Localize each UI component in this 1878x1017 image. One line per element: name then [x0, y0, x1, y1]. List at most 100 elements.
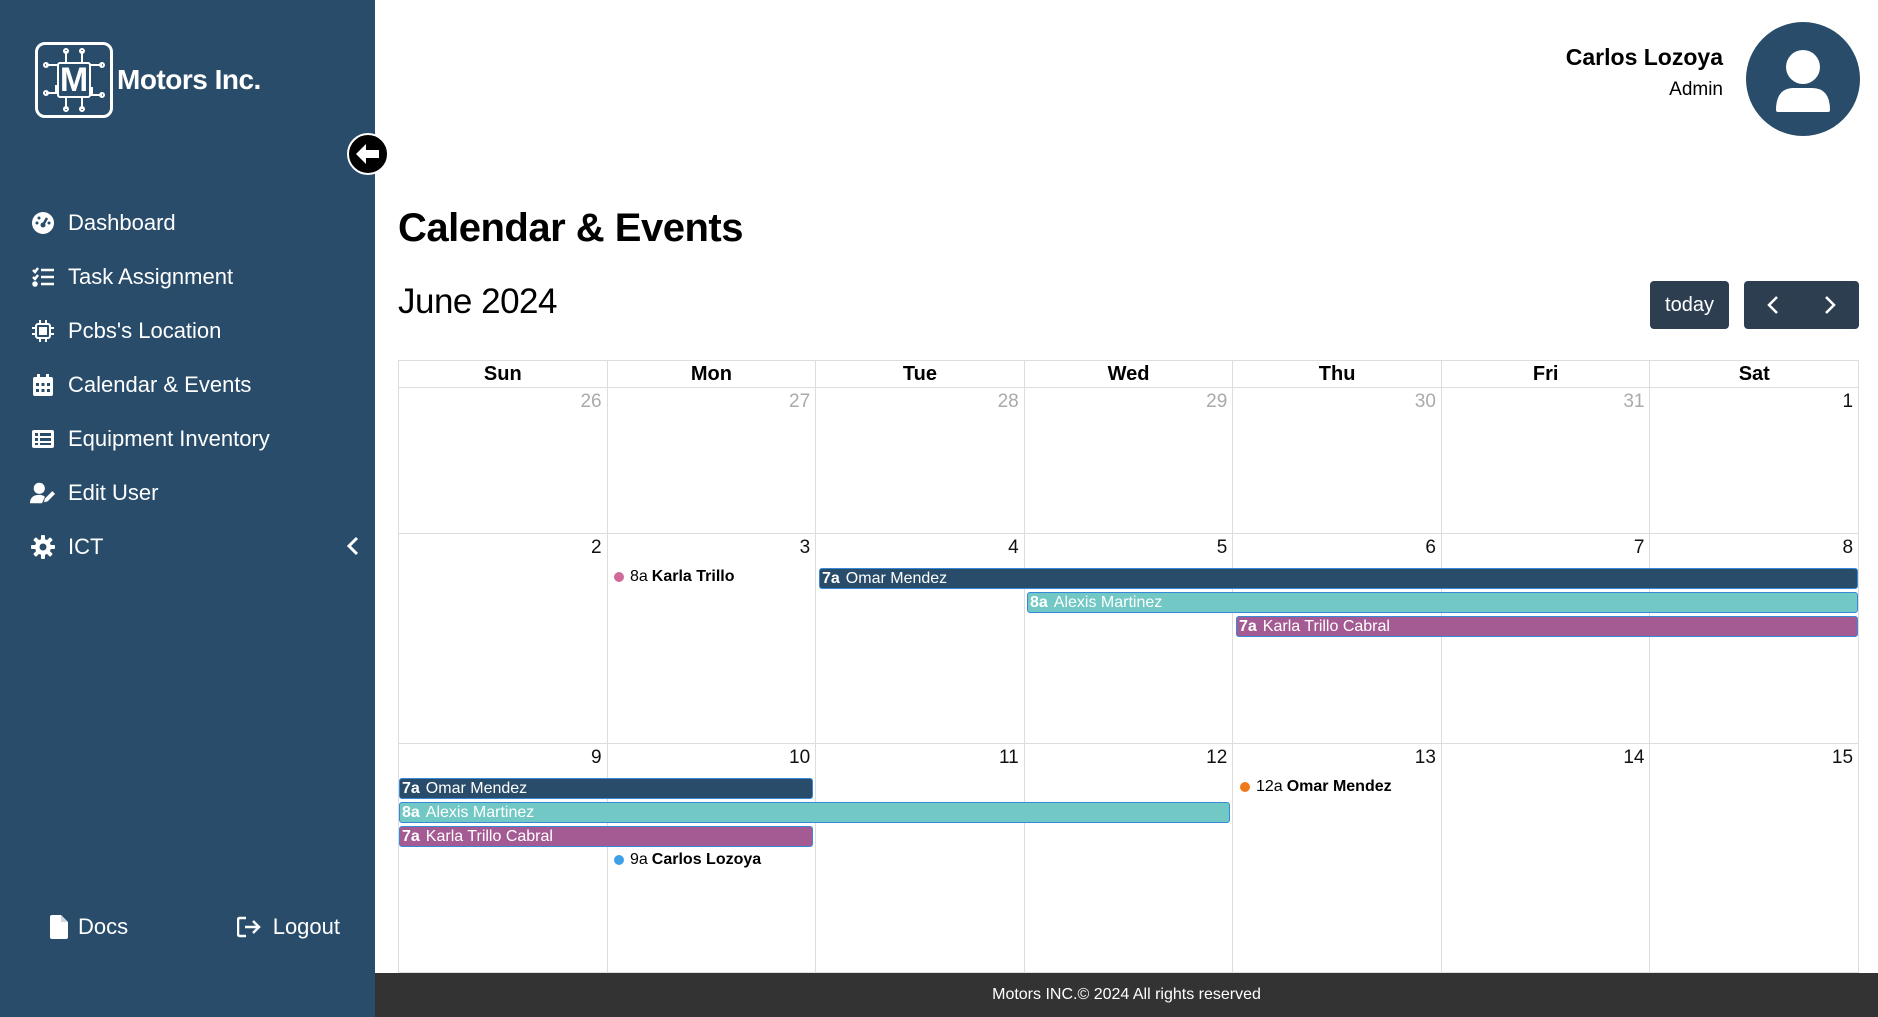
logo-letter: M: [59, 60, 89, 99]
file-icon: [50, 915, 68, 939]
day-cell[interactable]: 1: [1650, 388, 1860, 534]
sidebar-item-calendar-events[interactable]: Calendar & Events: [30, 358, 360, 412]
day-number[interactable]: 2: [591, 537, 602, 559]
sidebar-item-label: Edit User: [68, 480, 159, 505]
calendar-icon: [30, 372, 56, 398]
day-number[interactable]: 10: [789, 747, 810, 769]
event-title: Omar Mendez: [845, 570, 948, 587]
day-number[interactable]: 27: [789, 391, 810, 413]
user-name: Carlos Lozoya: [1565, 44, 1723, 70]
top-bar: Carlos Lozoya Admin: [375, 0, 1878, 160]
day-cell[interactable]: 7: [1441, 534, 1651, 744]
gear-icon: [30, 534, 56, 560]
day-cell[interactable]: 26: [399, 388, 608, 534]
day-cell[interactable]: 5: [1024, 534, 1234, 744]
day-cell[interactable]: 27: [607, 388, 817, 534]
collapse-sidebar-button[interactable]: [347, 133, 389, 175]
user-role: Admin: [1669, 79, 1723, 100]
chevron-left-icon[interactable]: [346, 536, 360, 562]
chevron-right-icon: [1825, 296, 1837, 314]
weekday-sat: Sat: [1650, 361, 1860, 388]
day-number[interactable]: 8: [1842, 537, 1853, 559]
user-info: Carlos Lozoya Admin: [1566, 44, 1723, 101]
weekday-fri: Fri: [1441, 361, 1651, 388]
event-dot: [614, 855, 624, 865]
day-number[interactable]: 9: [591, 747, 602, 769]
day-number[interactable]: 3: [800, 537, 811, 559]
day-cell[interactable]: 31: [1441, 388, 1651, 534]
day-number[interactable]: 13: [1415, 747, 1436, 769]
event-alexis-martinez[interactable]: 8a Alexis Martinez: [1027, 592, 1858, 613]
sidebar-item-dashboard[interactable]: Dashboard: [30, 196, 360, 250]
event-alexis-martinez[interactable]: 8a Alexis Martinez: [399, 802, 1230, 823]
day-number[interactable]: 28: [998, 391, 1019, 413]
brand-name: Motors Inc.: [117, 64, 261, 95]
sidebar-item-pcbs-location[interactable]: Pcbs's Location: [30, 304, 360, 358]
day-number[interactable]: 31: [1623, 391, 1644, 413]
day-number[interactable]: 4: [1008, 537, 1019, 559]
avatar[interactable]: [1746, 22, 1860, 136]
day-number[interactable]: 11: [999, 747, 1019, 769]
gauge-icon: [30, 210, 56, 236]
day-number[interactable]: 12: [1206, 747, 1227, 769]
calendar-grid: Sun Mon Tue Wed Thu Fri Sat 26 27 28 29 …: [398, 360, 1860, 973]
docs-link[interactable]: Docs: [50, 914, 128, 940]
chip-icon: [30, 318, 56, 344]
event-time: 7a: [822, 570, 840, 587]
sidebar-item-task-assignment[interactable]: Task Assignment: [30, 250, 360, 304]
day-cell[interactable]: 6: [1233, 534, 1442, 744]
day-cell[interactable]: 2: [399, 534, 608, 744]
day-number[interactable]: 14: [1623, 747, 1644, 769]
event-title: Karla Trillo Cabral: [1262, 618, 1390, 635]
table-list-icon: [30, 426, 56, 452]
event-time: 7a: [402, 828, 420, 845]
day-number[interactable]: 30: [1415, 391, 1436, 413]
day-number[interactable]: 29: [1206, 391, 1227, 413]
event-time: 8a: [630, 568, 648, 585]
event-carlos-lozoya[interactable]: 9a Carlos Lozoya: [614, 851, 761, 869]
sidebar-item-equipment-inventory[interactable]: Equipment Inventory: [30, 412, 360, 466]
day-cell[interactable]: 28: [816, 388, 1025, 534]
event-karla-trillo-cabral[interactable]: 7a Karla Trillo Cabral: [1236, 616, 1858, 637]
day-cell[interactable]: 3: [607, 534, 817, 744]
next-month-button[interactable]: [1802, 281, 1860, 329]
weekday-tue: Tue: [816, 361, 1025, 388]
day-cell[interactable]: 11: [816, 744, 1025, 973]
day-cell[interactable]: 4: [816, 534, 1025, 744]
calendar-month-title: June 2024: [398, 282, 557, 321]
day-number[interactable]: 26: [580, 391, 601, 413]
event-dot: [1240, 782, 1250, 792]
sidebar-item-edit-user[interactable]: Edit User: [30, 466, 360, 520]
day-cell[interactable]: 14: [1441, 744, 1651, 973]
prev-month-button[interactable]: [1744, 281, 1802, 329]
event-time: 9a: [630, 851, 648, 868]
brand-logo[interactable]: M Motors Inc.: [35, 42, 261, 118]
day-number[interactable]: 1: [1842, 391, 1853, 413]
day-number[interactable]: 7: [1634, 537, 1645, 559]
event-omar-mendez[interactable]: 7a Omar Mendez: [399, 778, 813, 799]
day-number[interactable]: 6: [1425, 537, 1436, 559]
weekday-mon: Mon: [607, 361, 817, 388]
day-number[interactable]: 5: [1217, 537, 1228, 559]
sidebar-item-label: Dashboard: [68, 210, 176, 235]
day-cell[interactable]: 12: [1024, 744, 1234, 973]
event-omar-mendez-12a[interactable]: 12a Omar Mendez: [1240, 778, 1392, 796]
today-button[interactable]: today: [1650, 281, 1729, 329]
sidebar-item-ict[interactable]: ICT: [30, 520, 360, 574]
event-karla-trillo-cabral[interactable]: 7a Karla Trillo Cabral: [399, 826, 813, 847]
arrow-left-icon: [356, 144, 379, 164]
event-title: Omar Mendez: [1286, 778, 1392, 795]
list-check-icon: [30, 264, 56, 290]
user-icon: [1776, 50, 1830, 112]
event-time: 8a: [1030, 594, 1048, 611]
event-omar-mendez[interactable]: 7a Omar Mendez: [819, 568, 1858, 589]
day-cell[interactable]: 29: [1024, 388, 1234, 534]
day-cell[interactable]: 8: [1650, 534, 1860, 744]
event-dot: [614, 572, 624, 582]
day-cell[interactable]: 15: [1650, 744, 1860, 973]
logout-button[interactable]: Logout: [236, 914, 340, 940]
day-number[interactable]: 15: [1832, 747, 1853, 769]
event-title: Carlos Lozoya: [651, 851, 762, 868]
event-karla-trillo[interactable]: 8a Karla Trillo: [614, 568, 735, 586]
day-cell[interactable]: 30: [1233, 388, 1442, 534]
